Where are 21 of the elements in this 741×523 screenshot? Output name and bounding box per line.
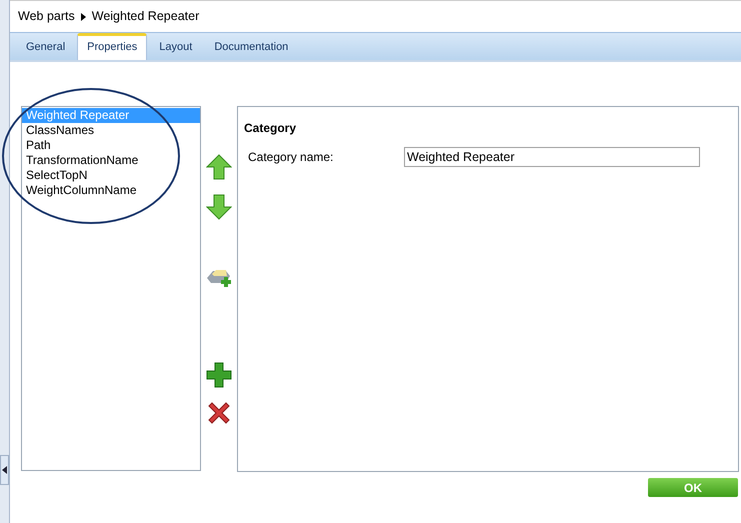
collapse-handle[interactable] bbox=[0, 455, 9, 485]
breadcrumb-separator-icon bbox=[80, 12, 86, 20]
up-arrow-icon[interactable] bbox=[206, 154, 232, 180]
field-label: Category name: bbox=[248, 149, 334, 166]
down-arrow-icon[interactable] bbox=[206, 194, 232, 220]
tab[interactable]: Properties bbox=[77, 32, 148, 60]
tab[interactable]: Documentation bbox=[204, 34, 298, 60]
breadcrumb-link[interactable]: Web parts bbox=[18, 7, 75, 26]
collapse-arrow-icon bbox=[2, 466, 7, 474]
plus-icon[interactable] bbox=[206, 362, 232, 388]
tab[interactable]: General bbox=[16, 34, 76, 60]
category-name-field[interactable]: Weighted Repeater bbox=[404, 147, 700, 167]
list-item[interactable]: ClassNames bbox=[22, 123, 200, 138]
list-item[interactable]: SelectTopN bbox=[22, 168, 200, 183]
list-item[interactable]: Path bbox=[22, 138, 200, 153]
list-item[interactable]: TransformationName bbox=[22, 153, 200, 168]
list-item[interactable]: WeightColumnName bbox=[22, 183, 200, 198]
section-heading: Category bbox=[244, 120, 298, 137]
tab[interactable]: Layout bbox=[149, 34, 202, 60]
breadcrumb-current: Weighted Repeater bbox=[92, 8, 200, 26]
delete-icon[interactable] bbox=[206, 400, 232, 426]
